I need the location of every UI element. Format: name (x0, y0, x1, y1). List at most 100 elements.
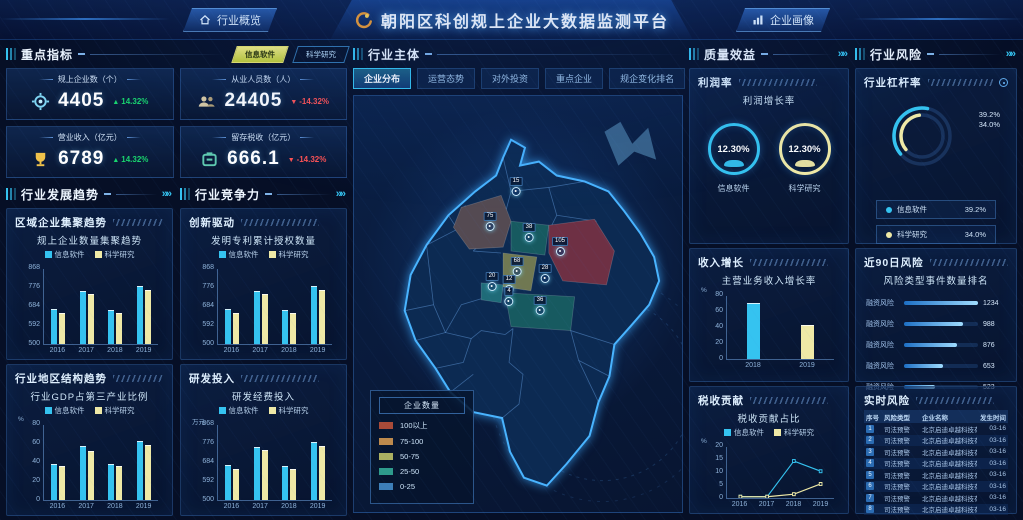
risk-rank-row: 融资风险988 (866, 319, 1006, 329)
chart-title: 利润增长率 (698, 93, 840, 107)
bar (254, 291, 260, 344)
legend-label: 科学研究 (105, 249, 135, 260)
legend-row: 75-100 (379, 437, 465, 446)
filter-badge-sci-research[interactable]: 科学研究 (292, 46, 350, 63)
bar (262, 450, 268, 500)
index-badge: 1 (866, 425, 874, 433)
x-axis-label: 2018 (281, 503, 297, 510)
tab-1[interactable]: 运营态势 (417, 68, 475, 89)
tab-2[interactable]: 对外投资 (481, 68, 539, 89)
map-marker[interactable]: 4 (504, 287, 513, 306)
map-marker[interactable]: 68 (511, 257, 524, 276)
table-row[interactable]: 5司法预警北京启迪卓越科技有限公司03-16 (864, 469, 1008, 481)
legend-label: 信息软件 (55, 249, 85, 260)
x-axis-label: 2018 (107, 503, 123, 510)
table-row[interactable]: 4司法预警北京启迪卓越科技有限公司03-16 (864, 458, 1008, 470)
legend-label: 科学研究 (279, 249, 309, 260)
map-marker[interactable]: 105 (552, 237, 568, 256)
legend-swatch-icon (379, 483, 393, 490)
leverage-gauge-body: 39.2%34.0% (864, 94, 1008, 194)
marker-count: 20 (486, 272, 499, 281)
y-axis-tick: 684 (190, 302, 214, 309)
legend-item: 科学研究 (774, 427, 814, 438)
map-marker[interactable]: 15 (510, 177, 523, 196)
row-index: 4 (866, 459, 881, 467)
legend-row[interactable]: 科学研究34.0% (876, 225, 996, 244)
legend-label: 信息软件 (55, 405, 85, 416)
chevron-right-icon[interactable]: »» (838, 48, 846, 60)
legend-item: 科学研究 (95, 405, 135, 416)
marker-count: 12 (503, 275, 516, 284)
y-axis-tick: 0 (699, 494, 723, 501)
revenue-bar-chart: 020406080%20182019 (698, 296, 840, 369)
legend-row[interactable]: 信息软件39.2% (876, 200, 996, 219)
chart-title: 研发经费投入 (189, 389, 338, 403)
stat-delta: 14.32% (112, 97, 148, 106)
column-header: 企业名称 (922, 412, 977, 422)
hatch-decoration-icon (750, 397, 828, 404)
chevron-right-icon[interactable]: »» (162, 188, 170, 200)
chart-legend: 信息软件科学研究 (189, 249, 338, 260)
platform-logo-icon (354, 11, 373, 30)
y-axis-tick: 40 (699, 323, 723, 330)
table-row[interactable]: 6司法预警北京启迪卓越科技有限公司03-16 (864, 481, 1008, 493)
bar (51, 309, 57, 344)
map-marker[interactable]: 38 (523, 223, 536, 242)
table-row[interactable]: 8司法预警北京启迪卓越科技有限公司03-16 (864, 504, 1008, 516)
filter-badge-info-software[interactable]: 信息软件 (231, 46, 289, 63)
gauge-item: 12.30%科学研究 (779, 123, 831, 194)
index-badge: 4 (866, 459, 874, 467)
legend-item: 科学研究 (269, 405, 309, 416)
y-axis-tick: 868 (190, 264, 214, 271)
row-index: 3 (866, 448, 881, 456)
x-axis-label: 2019 (813, 501, 829, 508)
district-map-panel: 15753810568282012436 企业数量 100以上75-10050-… (353, 95, 683, 513)
bar-plot: 500592684776868 (43, 269, 158, 345)
table-row[interactable]: 1司法预警北京启迪卓越科技有限公司03-16 (864, 423, 1008, 435)
map-marker[interactable]: 28 (539, 264, 552, 283)
x-axis-label: 2016 (50, 503, 66, 510)
tab-3[interactable]: 重点企业 (545, 68, 603, 89)
table-row[interactable]: 2司法预警北京启迪卓越科技有限公司03-16 (864, 435, 1008, 447)
risk-type: 司法预警 (884, 470, 919, 480)
x-axis-label: 2017 (78, 503, 94, 510)
nav-label: 企业画像 (770, 12, 814, 28)
chevron-right-icon[interactable]: »» (336, 188, 344, 200)
legend-swatch-icon (269, 407, 276, 414)
legend-item: 信息软件 (219, 405, 259, 416)
trophy-icon (31, 150, 50, 169)
dash-decoration (104, 193, 111, 195)
map-marker[interactable]: 20 (486, 272, 499, 291)
legend-value: 34.0% (965, 230, 986, 239)
x-axis-label: 2018 (786, 501, 802, 508)
chart-title: 风险类型事件数量排名 (864, 273, 1008, 287)
chevron-right-icon[interactable]: »» (1006, 48, 1014, 60)
company-name: 北京启迪卓越科技有限公司 (922, 504, 977, 514)
tab-4[interactable]: 规企变化排名 (609, 68, 685, 89)
table-row[interactable]: 3司法预警北京启迪卓越科技有限公司03-16 (864, 446, 1008, 458)
pin-icon (486, 222, 495, 231)
bar (137, 441, 143, 500)
bar-group (282, 466, 296, 500)
legend-label: 75-100 (400, 437, 423, 446)
legend-swatch-icon (724, 429, 731, 436)
table-row[interactable]: 7司法预警北京启迪卓越科技有限公司03-16 (864, 492, 1008, 504)
legend-swatch-icon (45, 407, 52, 414)
map-marker[interactable]: 75 (484, 212, 497, 231)
stat-value: 4405 (58, 90, 104, 112)
tab-0[interactable]: 企业分布 (353, 68, 411, 89)
gauge-label: 科学研究 (779, 183, 831, 194)
nav-industry-overview[interactable]: 行业概览 (183, 8, 277, 32)
bar-group (137, 441, 151, 500)
panel-title: 创新驱动 (189, 215, 235, 230)
marker-count: 75 (484, 212, 497, 221)
hatch-decoration-icon (241, 375, 319, 382)
legend-row: 0-25 (379, 482, 465, 491)
x-axis-label: 2018 (745, 362, 761, 369)
rd-bar-chart: 信息软件科学研究500592684776868万元201620172018201… (189, 405, 338, 510)
nav-enterprise-portrait[interactable]: 企业画像 (736, 8, 830, 32)
map-marker[interactable]: 36 (534, 296, 547, 315)
info-icon[interactable] (999, 78, 1008, 87)
legend-label: 信息软件 (229, 405, 259, 416)
risk-type-label: 融资风险 (866, 361, 899, 371)
